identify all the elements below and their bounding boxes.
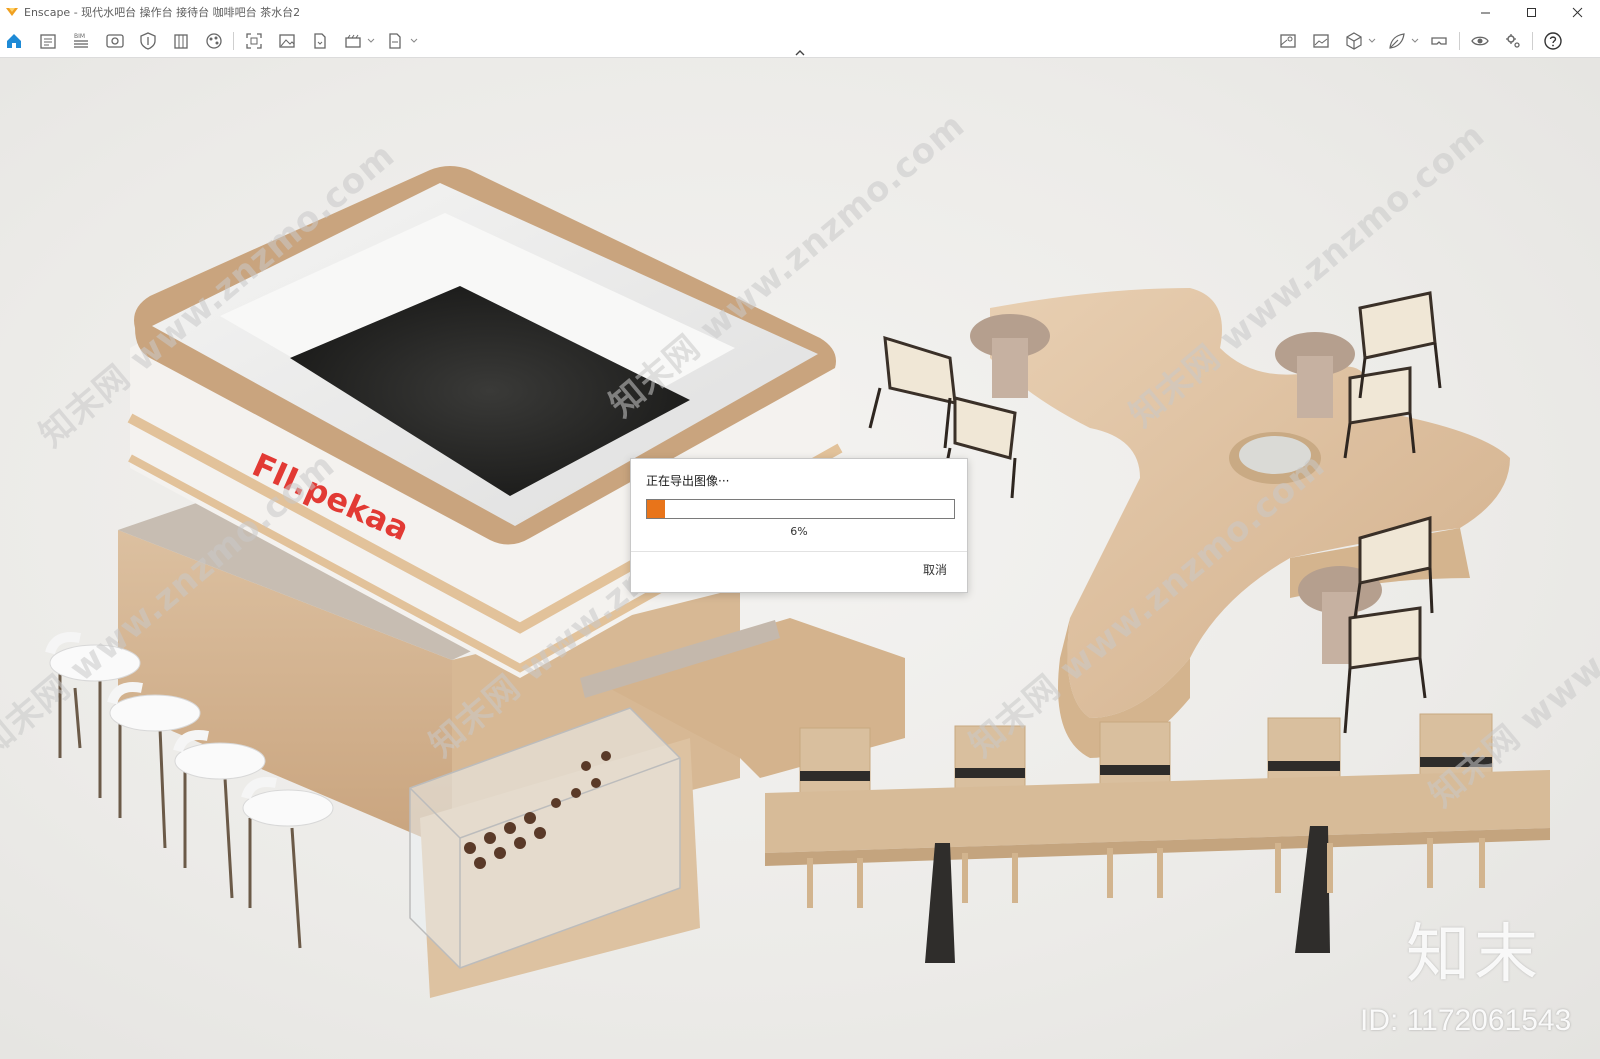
maximize-button[interactable] [1508, 0, 1554, 24]
dialog-divider [631, 551, 967, 552]
settings-icon [1506, 34, 1520, 48]
window-title: Enscape - 现代水吧台 操作台 接待台 咖啡吧台 茶水台2 [24, 6, 301, 19]
gallery-button[interactable] [1309, 30, 1333, 52]
cancel-button[interactable]: 取消 [923, 561, 947, 578]
home-icon [7, 34, 21, 48]
enscape-logo-icon [6, 8, 18, 16]
batch-render-icon [345, 34, 361, 48]
capture-button[interactable] [242, 30, 266, 52]
toolbar-separator [1532, 32, 1533, 50]
materials-icon [206, 33, 222, 49]
export-button[interactable] [308, 30, 332, 52]
progress-bar-fill [647, 500, 666, 518]
help-button[interactable] [1541, 30, 1565, 52]
close-icon [1572, 7, 1582, 17]
vr-button[interactable] [1427, 30, 1451, 52]
document-button[interactable] [36, 30, 60, 52]
chevron-down-icon[interactable] [1368, 36, 1376, 46]
cube-button[interactable] [1342, 30, 1366, 52]
exe-export-button[interactable] [383, 30, 407, 52]
document-icon [40, 34, 56, 49]
building-button[interactable] [169, 30, 193, 52]
toolbar-separator [1459, 32, 1460, 50]
toolbar-separator [233, 32, 234, 50]
settings-button[interactable] [1501, 30, 1525, 52]
chevron-down-icon[interactable] [367, 36, 375, 46]
view-icon [106, 34, 124, 48]
progress-bar [646, 499, 955, 519]
map-button[interactable] [1276, 30, 1300, 52]
materials-button[interactable] [202, 30, 226, 52]
cube-icon [1346, 32, 1362, 50]
watermark-id: ID: 1172061543 [1360, 1004, 1572, 1037]
image-icon [279, 34, 295, 48]
svg-text:BIM: BIM [74, 33, 85, 40]
chevron-down-icon[interactable] [1411, 36, 1419, 46]
batch-render-button[interactable] [341, 30, 365, 52]
gallery-icon [1313, 34, 1329, 48]
capture-icon [246, 33, 262, 49]
vr-icon [1431, 37, 1447, 45]
export-icon [314, 33, 326, 49]
shield-button[interactable] [136, 30, 160, 52]
bim-button[interactable]: BIM [69, 30, 93, 52]
home-button[interactable] [2, 30, 26, 52]
eye-button[interactable] [1468, 30, 1492, 52]
dialog-title: 正在导出图像··· [646, 474, 730, 488]
map-icon [1280, 34, 1296, 48]
collapse-toolbar-icon[interactable] [792, 48, 808, 58]
title-bar: Enscape - 现代水吧台 操作台 接待台 咖啡吧台 茶水台2 [0, 0, 1600, 24]
progress-percent-label: 6% [790, 525, 808, 538]
building-icon [174, 34, 188, 49]
chevron-down-icon[interactable] [410, 36, 418, 46]
watermark-logo: 知末 [1406, 918, 1542, 992]
exe-export-icon [389, 33, 401, 49]
leaf-icon [1389, 33, 1405, 49]
bim-icon: BIM [74, 33, 88, 48]
maximize-icon [1526, 7, 1536, 17]
eye-icon [1471, 36, 1489, 46]
close-button[interactable] [1554, 0, 1600, 24]
minimize-icon [1480, 12, 1490, 13]
export-progress-dialog: 正在导出图像··· 6% 取消 [630, 458, 968, 593]
shield-icon [140, 32, 156, 50]
image-button[interactable] [275, 30, 299, 52]
minimize-button[interactable] [1462, 0, 1508, 24]
view-button[interactable] [103, 30, 127, 52]
leaf-button[interactable] [1385, 30, 1409, 52]
help-icon [1544, 32, 1562, 50]
